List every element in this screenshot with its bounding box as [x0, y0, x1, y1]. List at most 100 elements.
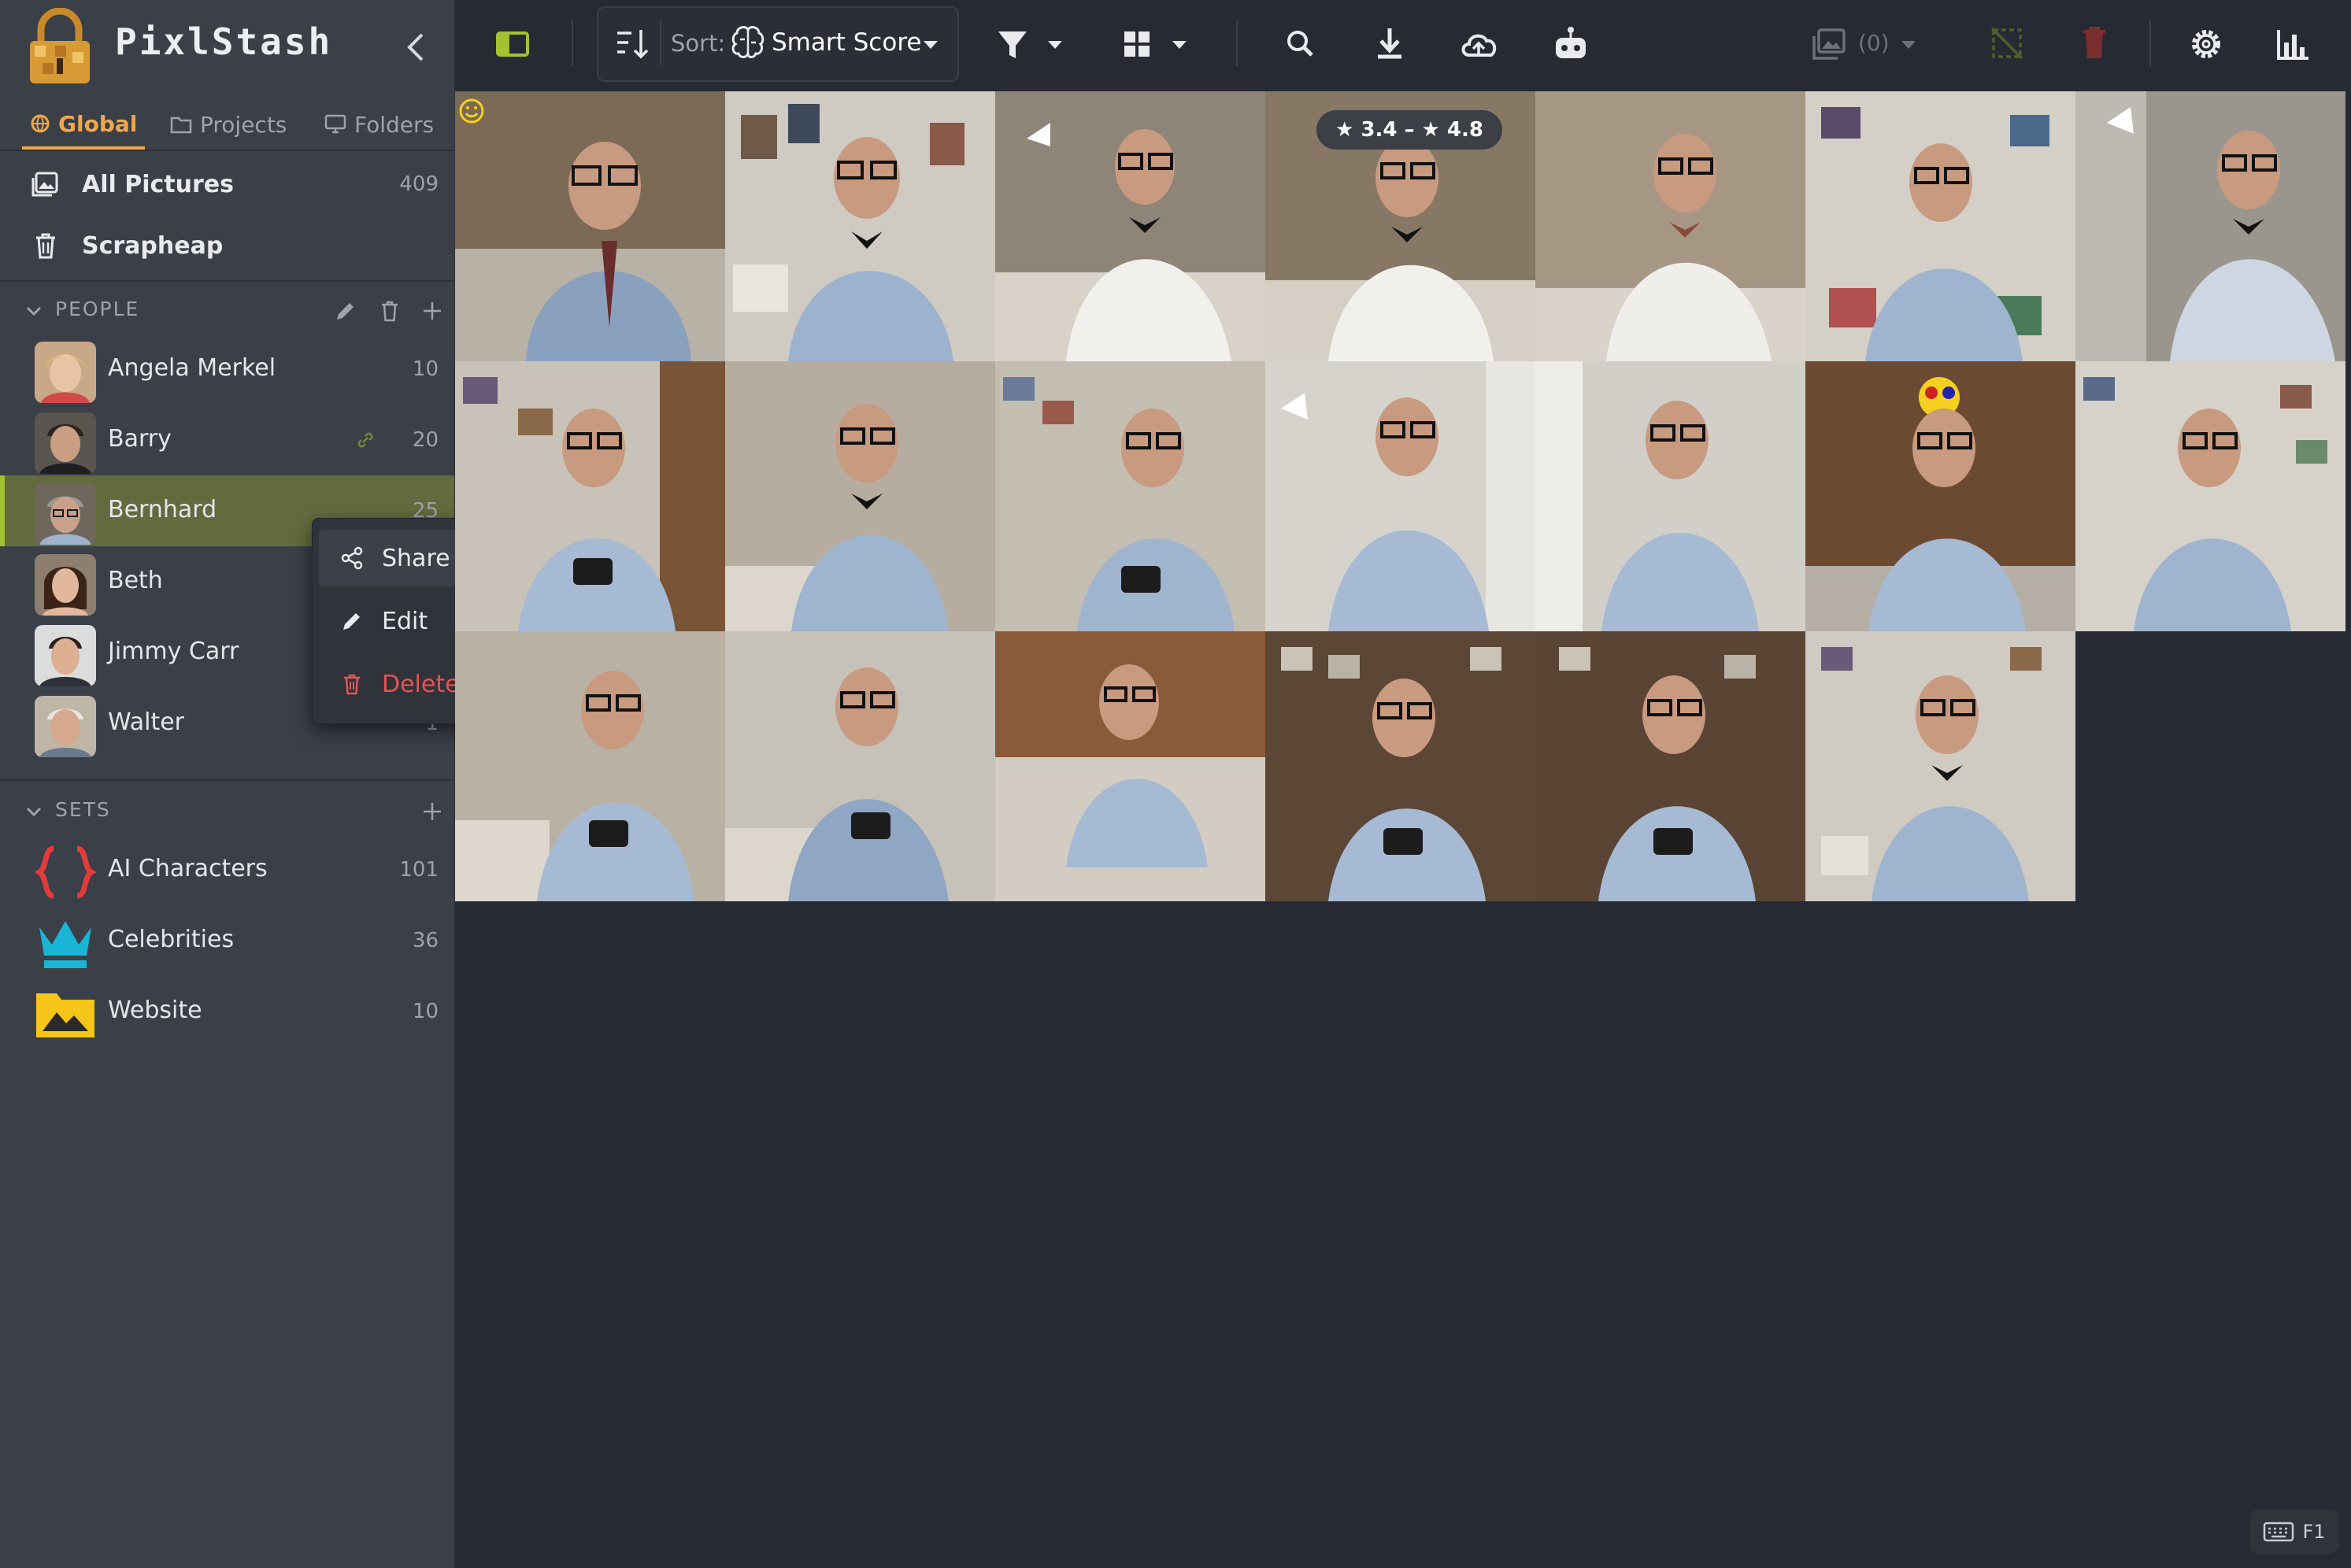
caret-down-icon[interactable] — [921, 19, 940, 69]
tab-projects[interactable]: Projects — [162, 101, 294, 148]
cloud-upload-icon[interactable] — [1458, 19, 1499, 69]
brand-header: PixlStash — [0, 0, 454, 93]
avatar — [35, 625, 96, 686]
people-section-header: PEOPLE — [0, 287, 454, 334]
trash-icon[interactable] — [378, 299, 402, 323]
set-label: Website — [108, 997, 202, 1024]
caret-down-icon[interactable] — [1899, 19, 1918, 69]
globe-icon — [31, 114, 50, 133]
nav-divider — [0, 280, 454, 282]
set-count: 101 — [399, 858, 439, 882]
sets-section-title: SETS — [55, 798, 111, 821]
people-section-title: PEOPLE — [55, 298, 140, 320]
menu-item-label: Delete — [382, 670, 460, 698]
deselect-icon[interactable] — [1987, 19, 2027, 69]
sidebar: PixlStash Global Projects Folders All Pi… — [0, 0, 455, 1568]
person-label: Jimmy Carr — [108, 638, 239, 665]
toolbar-separator — [572, 20, 573, 66]
avatar — [35, 696, 96, 757]
nav-all-pictures-count: 409 — [399, 172, 439, 196]
toolbar-separator — [1236, 20, 1238, 66]
person-label: Barry — [108, 425, 172, 453]
grid-view-icon[interactable] — [1120, 19, 1154, 69]
person-count: 10 — [412, 357, 439, 381]
scope-tabs: Global Projects Folders — [8, 101, 449, 151]
menu-item-label: Share — [382, 544, 450, 572]
brain-icon — [731, 26, 765, 58]
filter-icon[interactable] — [995, 19, 1030, 69]
braces-icon — [35, 845, 96, 899]
image-thumbnail[interactable] — [995, 361, 1265, 631]
image-thumbnail[interactable] — [455, 361, 725, 631]
nav-scrapheap[interactable]: Scrapheap — [0, 217, 454, 274]
trash-icon — [36, 233, 55, 259]
person-label: Angela Merkel — [108, 354, 276, 382]
chevron-down-icon[interactable] — [25, 302, 43, 320]
chevron-down-icon[interactable] — [25, 803, 43, 820]
avatar — [35, 554, 96, 616]
image-thumbnail[interactable] — [1535, 361, 1805, 631]
nav-all-pictures[interactable]: All Pictures 409 — [0, 156, 454, 213]
image-thumbnail[interactable] — [725, 361, 995, 631]
app-title: PixlStash — [115, 20, 333, 63]
share-icon — [341, 546, 363, 570]
image-thumbnail[interactable] — [1805, 361, 2075, 631]
image-thumbnail[interactable] — [1805, 631, 2075, 901]
set-row-celebrities[interactable]: Celebrities 36 — [0, 905, 454, 976]
image-thumbnail[interactable] — [455, 631, 725, 901]
image-thumbnail[interactable] — [1535, 631, 1805, 901]
caret-down-icon[interactable] — [1046, 19, 1064, 69]
search-icon[interactable] — [1282, 19, 1318, 69]
keyboard-hint-label: F1 — [2302, 1521, 2326, 1543]
robot-icon[interactable] — [1551, 19, 1590, 69]
image-thumbnail[interactable] — [2075, 361, 2345, 631]
avatar — [35, 412, 96, 474]
delete-icon[interactable] — [2077, 19, 2112, 69]
toggle-sidebar-icon[interactable] — [493, 19, 532, 69]
image-thumbnail[interactable] — [1265, 631, 1535, 901]
tab-global[interactable]: Global — [22, 101, 146, 150]
image-thumbnail[interactable] — [2075, 91, 2345, 361]
sort-label: Sort: — [671, 30, 726, 57]
nav-scrapheap-label: Scrapheap — [82, 231, 224, 260]
download-icon[interactable] — [1372, 19, 1408, 69]
image-thumbnail[interactable] — [725, 91, 995, 361]
gear-icon[interactable] — [2187, 19, 2225, 69]
pencil-icon — [343, 613, 360, 630]
tab-folders[interactable]: Folders — [317, 101, 442, 148]
pencil-icon[interactable] — [334, 299, 357, 323]
image-thumbnail[interactable] — [995, 631, 1265, 901]
image-thumbnail[interactable] — [995, 91, 1265, 361]
toolbar-separator — [2149, 20, 2151, 66]
set-row-ai-characters[interactable]: AI Characters 101 — [0, 834, 454, 905]
padlock-logo-icon — [30, 8, 90, 83]
set-row-website[interactable]: Website 10 — [0, 976, 454, 1047]
trash-icon — [344, 674, 360, 695]
keyboard-shortcuts-hint[interactable]: F1 — [2250, 1510, 2338, 1554]
plus-icon[interactable] — [420, 299, 444, 323]
person-row-barry[interactable]: Barry 20 — [0, 405, 454, 475]
image-thumbnail[interactable] — [725, 631, 995, 901]
sort-separator — [660, 20, 661, 66]
image-grid — [455, 91, 2351, 1568]
image-thumbnail[interactable] — [1265, 361, 1535, 631]
person-row-angela-merkel[interactable]: Angela Merkel 10 — [0, 334, 454, 405]
image-thumbnail[interactable] — [1805, 91, 2075, 361]
selection-count: (0) — [1858, 30, 1890, 56]
tab-folders-label: Folders — [354, 111, 435, 138]
person-count: 20 — [412, 428, 439, 452]
caret-down-icon[interactable] — [1170, 19, 1189, 69]
plus-icon[interactable] — [420, 800, 444, 823]
smiley-face-icon[interactable] — [458, 98, 485, 124]
image-thumbnail[interactable] — [1535, 91, 1805, 361]
sort-value[interactable]: Smart Score — [772, 28, 921, 57]
link-icon — [357, 432, 373, 448]
selection-images-icon[interactable] — [1809, 19, 1850, 69]
toolbar: Sort: Smart Score (0) — [455, 0, 2351, 88]
set-label: AI Characters — [108, 855, 268, 882]
sort-direction-icon[interactable] — [613, 19, 652, 69]
bar-chart-icon[interactable] — [2274, 19, 2312, 69]
image-thumbnail[interactable] — [455, 91, 725, 361]
collapse-sidebar-chevron-icon[interactable] — [402, 28, 430, 66]
set-count: 10 — [412, 1000, 439, 1023]
